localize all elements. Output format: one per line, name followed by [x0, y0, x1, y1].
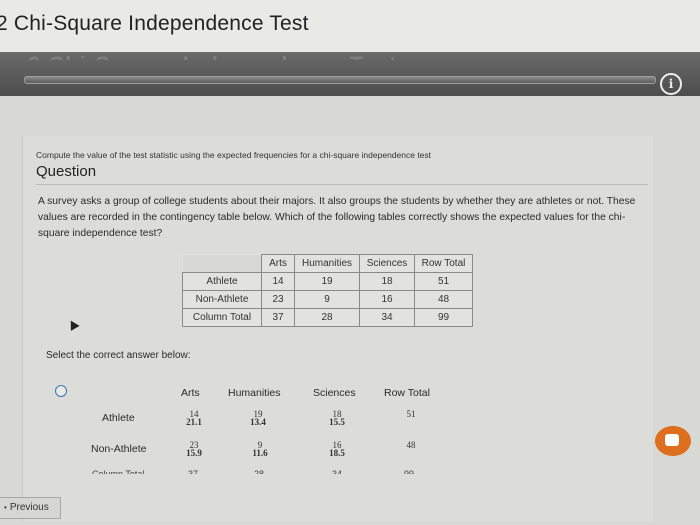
- table-row-label: Column Total: [182, 308, 262, 327]
- previous-label: Previous: [9, 502, 49, 513]
- answer-row-label: Column Total: [92, 469, 145, 474]
- table-cell: 37: [261, 308, 295, 327]
- chat-widget-icon[interactable]: [655, 426, 691, 456]
- table-row: Column Total 37 28 34 99: [182, 308, 473, 327]
- answer-row-label: Non-Athlete: [91, 443, 147, 455]
- previous-button[interactable]: • Previous: [0, 497, 61, 519]
- table-cell: 99: [414, 308, 473, 327]
- table-corner: [182, 254, 262, 273]
- progress-track: [24, 76, 656, 84]
- contingency-table: Arts Humanities Sciences Row Total Athle…: [182, 254, 473, 327]
- title-bar: 2 Chi-Square Independence Test: [0, 0, 700, 53]
- table-cell: 19: [294, 272, 360, 291]
- answer-cell: 14 21.1: [186, 409, 202, 427]
- table-cell: 14: [261, 272, 295, 291]
- page-title: 2 Chi-Square Independence Test: [0, 12, 309, 35]
- table-row-label: Non-Athlete: [182, 290, 262, 309]
- table-cell: 48: [414, 290, 473, 309]
- table-cell: 34: [359, 308, 415, 327]
- band-ghost-title: 2 Chi-Square Independence Test: [28, 52, 397, 60]
- answer-cell: 9 11.6: [252, 440, 268, 458]
- table-col-header: Arts: [261, 254, 295, 273]
- divider: [36, 184, 648, 185]
- table-row-label: Athlete: [182, 272, 262, 291]
- answer-cell: 19 13.4: [250, 409, 266, 427]
- answer-cell: 18 15.5: [329, 409, 345, 427]
- table-col-header: Row Total: [414, 254, 473, 273]
- info-icon[interactable]: i: [660, 73, 682, 95]
- table-cell: 23: [261, 290, 295, 309]
- question-body: A survey asks a group of college student…: [38, 196, 636, 239]
- answer-cell: 23 15.9: [186, 440, 202, 458]
- answer-cell: 99: [404, 469, 415, 474]
- answer-cell: 51: [406, 409, 416, 419]
- answer-row-label: Athlete: [102, 412, 135, 424]
- answer-col-header: Row Total: [384, 387, 430, 399]
- table-cell: 51: [414, 272, 473, 291]
- answer-col-header: Arts: [181, 387, 200, 399]
- table-row: Athlete 14 19 18 51: [182, 272, 473, 291]
- table-cell: 16: [359, 290, 415, 309]
- answer-col-header: Humanities: [228, 387, 281, 399]
- question-heading: Question: [36, 163, 97, 180]
- chat-bubble-icon: [665, 434, 679, 446]
- table-row: Non-Athlete 23 9 16 48: [182, 290, 473, 309]
- answer-option-radio[interactable]: [55, 385, 67, 397]
- table-header-row: Arts Humanities Sciences Row Total: [182, 254, 473, 273]
- table-cell: 18: [359, 272, 415, 291]
- answer-cell: 16 18.5: [329, 440, 345, 458]
- header-band: 2 Chi-Square Independence Test: [0, 52, 700, 96]
- answer-cell: 34: [332, 469, 343, 474]
- table-cell: 28: [294, 308, 360, 327]
- bullet-icon: •: [4, 503, 7, 512]
- table-col-header: Sciences: [359, 254, 415, 273]
- answer-col-header: Sciences: [313, 387, 356, 399]
- question-subtitle: Compute the value of the test statistic …: [36, 150, 432, 160]
- answer-cell: 37: [188, 469, 199, 474]
- table-col-header: Humanities: [294, 254, 360, 273]
- answer-prompt: Select the correct answer below:: [46, 350, 191, 361]
- answer-cell: 28: [254, 469, 265, 474]
- table-cell: 9: [294, 290, 360, 309]
- answer-cell: 48: [406, 440, 416, 450]
